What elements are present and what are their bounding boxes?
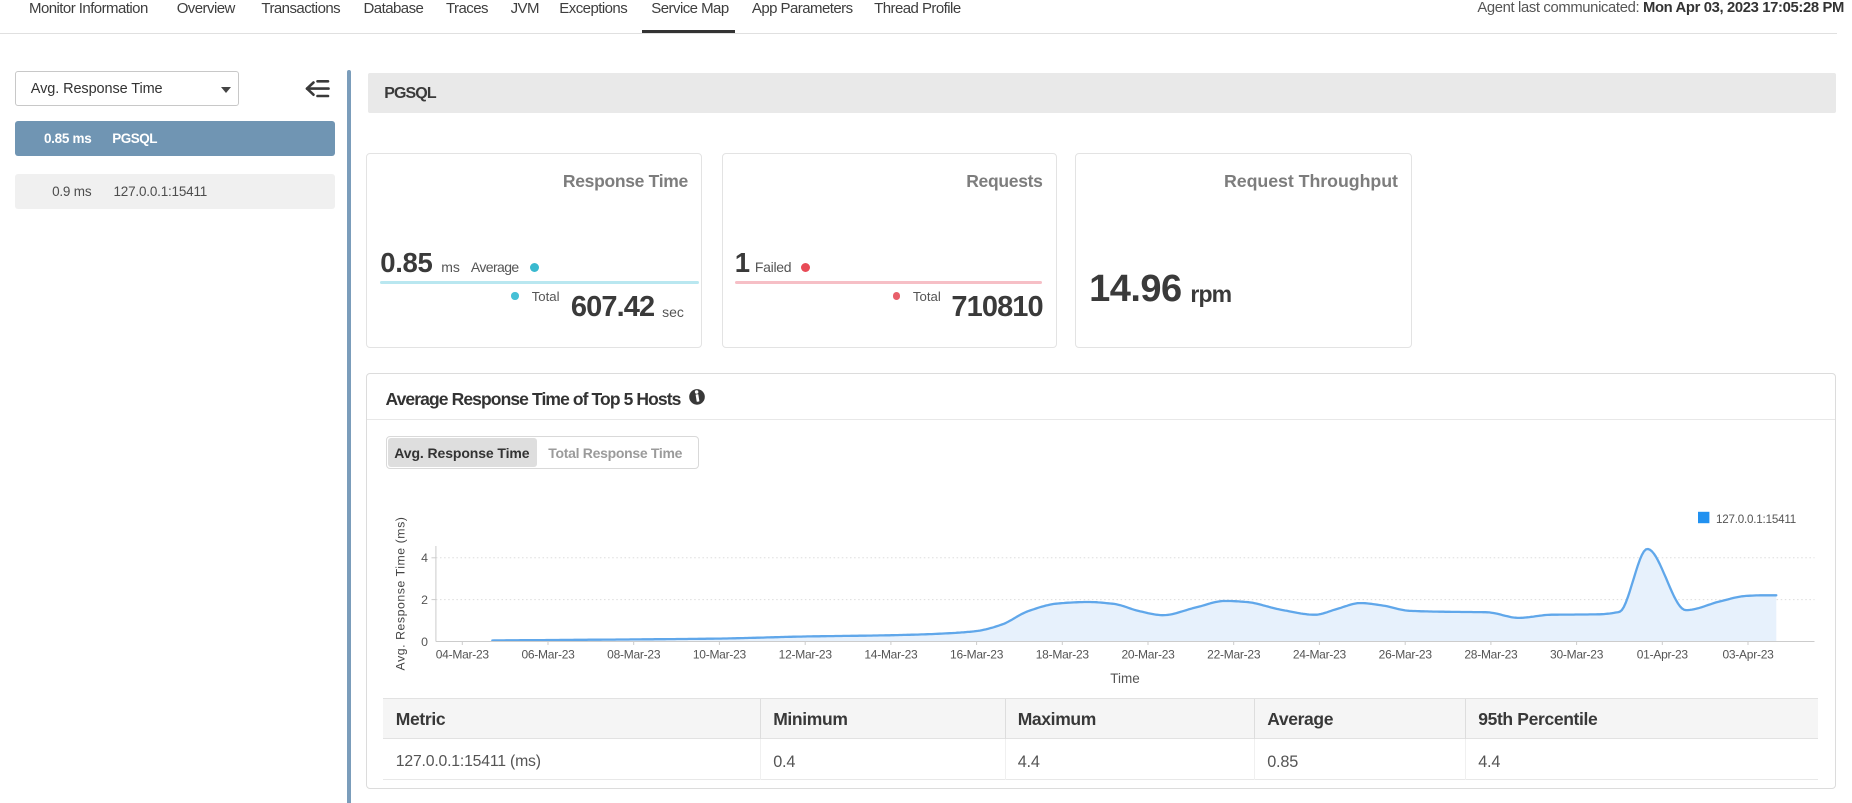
svg-text:14-Mar-23: 14-Mar-23 [864,648,918,662]
svg-text:22-Mar-23: 22-Mar-23 [1207,648,1261,662]
svg-text:12-Mar-23: 12-Mar-23 [779,648,833,662]
svg-text:Time: Time [1110,671,1140,686]
svg-text:01-Apr-23: 01-Apr-23 [1637,648,1689,662]
svg-text:0: 0 [421,635,428,649]
svg-text:06-Mar-23: 06-Mar-23 [521,648,575,662]
svg-text:24-Mar-23: 24-Mar-23 [1293,648,1347,662]
svg-text:Avg. Response Time (ms): Avg. Response Time (ms) [394,517,408,671]
svg-text:30-Mar-23: 30-Mar-23 [1550,648,1604,662]
svg-text:18-Mar-23: 18-Mar-23 [1036,648,1090,662]
svg-text:16-Mar-23: 16-Mar-23 [950,648,1004,662]
svg-text:20-Mar-23: 20-Mar-23 [1121,648,1175,662]
svg-text:127.0.0.1:15411: 127.0.0.1:15411 [1716,513,1796,526]
svg-text:28-Mar-23: 28-Mar-23 [1464,648,1518,662]
svg-text:2: 2 [421,593,428,607]
svg-text:26-Mar-23: 26-Mar-23 [1379,648,1433,662]
svg-text:10-Mar-23: 10-Mar-23 [693,648,747,662]
svg-text:4: 4 [421,551,428,565]
svg-text:04-Mar-23: 04-Mar-23 [436,648,490,662]
svg-text:03-Apr-23: 03-Apr-23 [1722,648,1774,662]
svg-text:08-Mar-23: 08-Mar-23 [607,648,661,662]
